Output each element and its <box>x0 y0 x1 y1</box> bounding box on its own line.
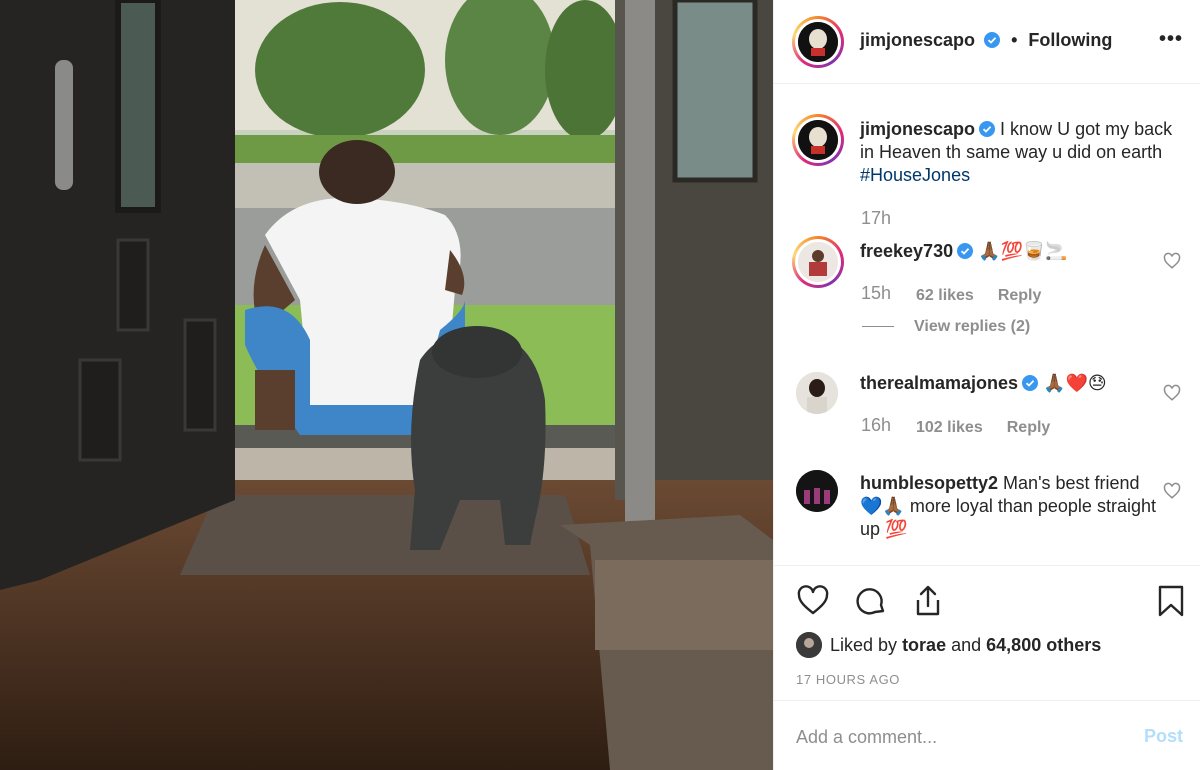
comment-text: freekey730 🙏🏾💯🥃🚬 <box>860 240 1160 263</box>
comment-username[interactable]: therealmamajones <box>860 373 1018 393</box>
comment-text: humblesopetty2 Man's best friend 💙🙏🏾 mor… <box>860 472 1160 541</box>
author-username[interactable]: jimjonescapo <box>860 30 975 50</box>
add-comment-input[interactable] <box>796 723 1116 751</box>
comment-likes[interactable]: 102 likes <box>916 419 983 436</box>
comment-time[interactable]: 15h <box>861 283 891 304</box>
comment-text: therealmamajones 🙏🏾❤️😓 <box>860 372 1160 395</box>
liked-by: Liked by torae and 64,800 others <box>796 632 1101 658</box>
comment-avatar[interactable] <box>796 470 838 512</box>
comment-username[interactable]: freekey730 <box>860 241 953 261</box>
like-comment-heart-icon[interactable] <box>1163 252 1181 270</box>
header-user: jimjonescapo • Following <box>860 30 1112 51</box>
replies-line <box>862 326 894 328</box>
comment-meta: 62 likes Reply <box>916 287 1065 305</box>
following-button[interactable]: Following <box>1028 30 1112 50</box>
bookmark-icon[interactable] <box>1154 584 1188 618</box>
comment-body: 🙏🏾❤️😓 <box>1043 373 1107 393</box>
post-timestamp[interactable]: 17 HOURS AGO <box>796 672 900 687</box>
more-horizontal-icon[interactable]: ••• <box>1159 28 1183 51</box>
heart-icon[interactable] <box>796 584 830 618</box>
comment-username[interactable]: humblesopetty2 <box>860 473 998 493</box>
post-photo[interactable] <box>0 0 773 770</box>
comment-avatar[interactable] <box>796 372 838 414</box>
post-side-panel: jimjonescapo • Following ••• jimjonescap… <box>773 0 1200 770</box>
liked-by-prefix: Liked by <box>830 635 898 655</box>
comment-icon[interactable] <box>854 584 888 618</box>
separator-dot: • <box>1011 30 1018 50</box>
liked-by-user[interactable]: torae <box>902 635 946 655</box>
comment-time[interactable]: 16h <box>861 415 891 436</box>
like-comment-heart-icon[interactable] <box>1163 482 1181 500</box>
caption-hashtag[interactable]: #HouseJones <box>860 165 970 185</box>
share-icon[interactable] <box>911 584 945 618</box>
caption-avatar[interactable] <box>792 114 844 166</box>
reply-button[interactable]: Reply <box>1007 419 1051 436</box>
post-header: jimjonescapo • Following ••• <box>774 0 1200 84</box>
liked-by-others[interactable]: 64,800 others <box>986 635 1101 655</box>
verified-badge-icon <box>1022 375 1039 391</box>
caption-text: jimjonescapo I know U got my back in Hea… <box>860 118 1180 187</box>
comment-body: 🙏🏾💯🥃🚬 <box>978 241 1068 261</box>
liked-by-and: and <box>951 635 982 655</box>
verified-badge-icon <box>957 243 974 259</box>
comment-box: Post <box>774 700 1200 770</box>
author-avatar[interactable] <box>792 16 844 68</box>
verified-badge-icon <box>979 121 996 137</box>
post-comment-button[interactable]: Post <box>1144 726 1183 747</box>
view-replies-button[interactable]: View replies (2) <box>862 318 1030 336</box>
liker-avatar[interactable] <box>796 632 822 658</box>
like-comment-heart-icon[interactable] <box>1163 384 1181 402</box>
view-replies-label: View replies (2) <box>914 318 1031 335</box>
caption-username[interactable]: jimjonescapo <box>860 119 975 139</box>
comment-likes[interactable]: 62 likes <box>916 287 974 304</box>
reply-button[interactable]: Reply <box>998 287 1042 304</box>
caption-time[interactable]: 17h <box>861 208 891 229</box>
comment-meta: 102 likes Reply <box>916 419 1074 437</box>
comment-avatar[interactable] <box>792 236 844 288</box>
verified-badge-icon <box>984 32 1001 48</box>
